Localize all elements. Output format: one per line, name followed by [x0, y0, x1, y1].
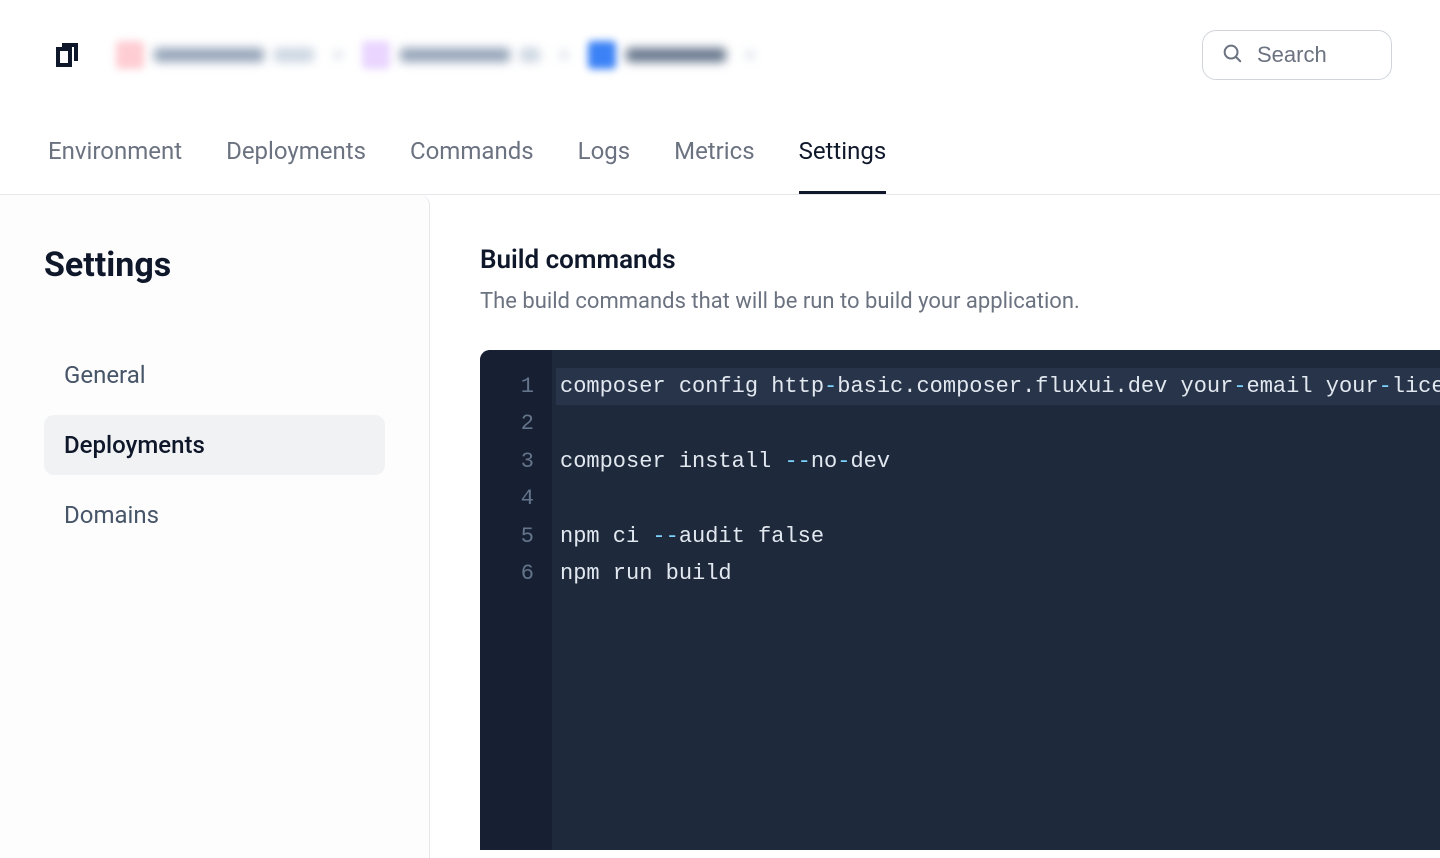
breadcrumb: [116, 41, 1174, 69]
tab-logs[interactable]: Logs: [578, 110, 630, 194]
search-input[interactable]: [1257, 42, 1373, 68]
sidebar-item-deployments[interactable]: Deployments: [44, 415, 385, 475]
settings-nav: General Deployments Domains: [44, 345, 385, 545]
editor-code[interactable]: composer config http-basic.composer.flux…: [552, 350, 1440, 850]
main-content: Build commands The build commands that w…: [430, 195, 1440, 858]
tab-deployments[interactable]: Deployments: [226, 110, 366, 194]
main-tabs: Environment Deployments Commands Logs Me…: [0, 110, 1440, 195]
sidebar-item-general[interactable]: General: [44, 345, 385, 405]
tab-settings[interactable]: Settings: [799, 110, 887, 194]
search-box[interactable]: [1202, 30, 1392, 80]
sidebar-item-domains[interactable]: Domains: [44, 485, 385, 545]
settings-sidebar: Settings General Deployments Domains: [0, 195, 430, 858]
tab-metrics[interactable]: Metrics: [674, 110, 754, 194]
search-icon: [1221, 42, 1243, 68]
topbar: [0, 0, 1440, 110]
tab-commands[interactable]: Commands: [410, 110, 534, 194]
body: Settings General Deployments Domains Bui…: [0, 195, 1440, 858]
tab-environment[interactable]: Environment: [48, 110, 182, 194]
build-commands-editor[interactable]: 123456 composer config http-basic.compos…: [480, 350, 1440, 850]
editor-gutter: 123456: [480, 350, 552, 850]
section-title: Build commands: [480, 245, 1440, 275]
section-description: The build commands that will be run to b…: [480, 289, 1440, 314]
sidebar-title: Settings: [44, 245, 385, 285]
app-logo[interactable]: [48, 35, 88, 75]
